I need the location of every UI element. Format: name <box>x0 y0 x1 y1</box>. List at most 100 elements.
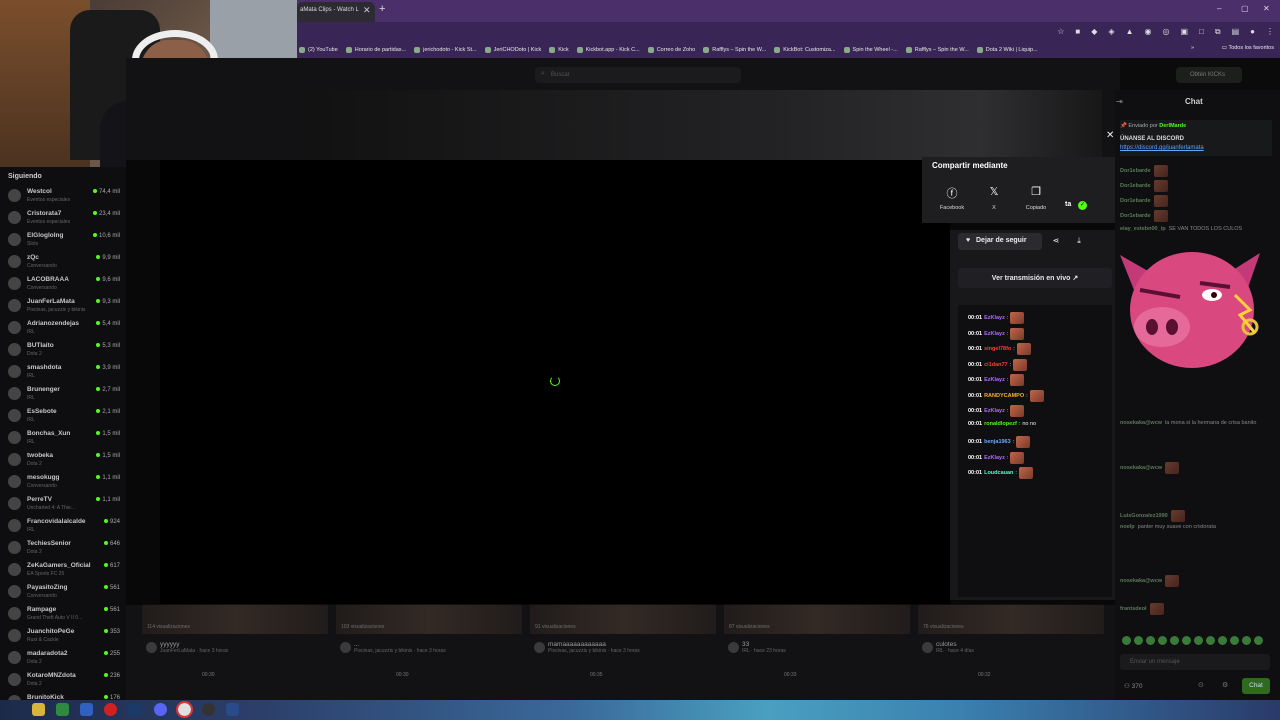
message-username[interactable]: singel78fo <box>984 346 1011 352</box>
sidebar-channel-item[interactable]: zQc Conversando 9,9 mil <box>8 252 126 274</box>
maximize-button[interactable]: ▢ <box>1241 4 1249 13</box>
search-input[interactable]: Buscar <box>535 67 741 83</box>
clip-thumbnail[interactable]: 87 visualizaciones <box>724 604 910 634</box>
emote-button[interactable] <box>1194 636 1203 645</box>
clip-thumbnail[interactable]: 114 visualizaciones <box>142 604 328 634</box>
clip-card[interactable]: 91 visualizaciones mamaaaaaaaaaaaa Piscina… <box>530 604 716 678</box>
sidebar-channel-item[interactable]: smashdota IRL 3,9 mil <box>8 362 126 384</box>
bookmark-item[interactable]: Dota 2 Wiki | Liquip... <box>976 47 1038 53</box>
clip-title[interactable]: 33 <box>724 641 910 648</box>
emote-button[interactable] <box>1158 636 1167 645</box>
message-username[interactable]: EzKlayz <box>984 455 1005 461</box>
app-icon[interactable] <box>226 703 239 716</box>
chat-username[interactable]: Dor1ebarde <box>1120 183 1151 189</box>
chat-username[interactable]: LuisGonzalez1990 <box>1120 513 1168 519</box>
message-username[interactable]: ronaldlopezf <box>984 421 1017 427</box>
clip-card[interactable]: 87 visualizaciones 33 IRL · hace 23 horas 0… <box>724 604 910 678</box>
extension-icon[interactable]: ◉ <box>1145 27 1152 37</box>
bookmark-star-icon[interactable]: ☆ <box>1057 27 1064 37</box>
extensions-puzzle-icon[interactable]: ⧉ <box>1215 27 1221 37</box>
sidebar-channel-item[interactable]: Westcol Eventos especiales 74,4 mil <box>8 186 126 208</box>
sidebar-channel-item[interactable]: JuanchitoPeGe Rust & Cackle 353 <box>8 626 126 648</box>
clip-title[interactable]: culotes <box>918 641 1104 648</box>
clip-thumbnail[interactable]: 91 visualizaciones <box>530 604 716 634</box>
pinned-by-user[interactable]: DerlMarde <box>1159 123 1186 129</box>
sidebar-channel-item[interactable]: madaradota2 Dota 2 255 <box>8 648 126 670</box>
sidebar-channel-item[interactable]: mesokugg Conversando 1,1 mil <box>8 472 126 494</box>
chat-username[interactable]: frantsdeol <box>1120 606 1147 612</box>
sidebar-channel-item[interactable]: Brunenger IRL 2,7 mil <box>8 384 126 406</box>
chat-username[interactable]: Dor1ebarde <box>1120 213 1151 219</box>
emote-button[interactable] <box>1230 636 1239 645</box>
sidebar-channel-item[interactable]: Bonchas_Xun IRL 1,5 mil <box>8 428 126 450</box>
extension-icon[interactable]: ▲ <box>1126 27 1134 37</box>
clip-thumbnail[interactable]: 76 visualizaciones <box>918 604 1104 634</box>
extension-icon[interactable]: ■ <box>1075 27 1080 37</box>
steam-icon[interactable] <box>128 703 141 716</box>
message-username[interactable]: EzKlayz <box>984 331 1005 337</box>
chat-input[interactable]: Enviar un mensaje <box>1120 654 1270 670</box>
sidebar-channel-item[interactable]: LACOBRAAA Conversando 9,6 mil <box>8 274 126 296</box>
file-explorer-icon[interactable] <box>32 703 45 716</box>
bookmarks-overflow-button[interactable]: » <box>1191 45 1194 51</box>
settings-gear-icon[interactable]: ⚙ <box>1222 681 1228 689</box>
points-icon[interactable]: ⊙ <box>1198 681 1204 689</box>
message-username[interactable]: RANDYCAMPO <box>984 393 1024 399</box>
obs-icon[interactable] <box>202 703 215 716</box>
pinned-link[interactable]: https://discord.gg/juanferlamata <box>1120 145 1204 151</box>
get-kicks-button[interactable]: Obtén KICKs <box>1176 67 1242 83</box>
emote-button[interactable] <box>1182 636 1191 645</box>
bookmark-item[interactable]: Correo de Zoho <box>647 47 695 53</box>
chat-username[interactable]: noelp <box>1120 524 1135 530</box>
sidebar-channel-item[interactable]: twobeka Dota 2 1,5 mil <box>8 450 126 472</box>
sidebar-channel-item[interactable]: EsSebote IRL 2,1 mil <box>8 406 126 428</box>
share-button[interactable]: ⋖ <box>1048 233 1064 250</box>
chat-username[interactable]: eiay_estebn00_ip <box>1120 226 1166 232</box>
chat-username[interactable]: Dor1ebarde <box>1120 198 1151 204</box>
new-tab-button[interactable]: + <box>379 3 385 15</box>
sidebar-channel-item[interactable]: Francovidalalcalde IRL 924 <box>8 516 126 538</box>
chat-username[interactable]: nosekaka@wcw <box>1120 578 1162 584</box>
bookmark-item[interactable]: Horario de partidas... <box>345 47 406 53</box>
chat-username[interactable]: Dor1ebarde <box>1120 168 1151 174</box>
bookmark-item[interactable]: KickBot: Customiza... <box>774 47 836 53</box>
clip-card[interactable]: 76 visualizaciones culotes IRL · hace 4 dí… <box>918 604 1104 678</box>
sidebar-channel-item[interactable]: PayasitoZing Conversando 561 <box>8 582 126 604</box>
extension-icon[interactable]: ◆ <box>1091 27 1097 37</box>
sidebar-channel-item[interactable]: KotaroMNZdota Dota 2 236 <box>8 670 126 692</box>
emote-button[interactable] <box>1254 636 1263 645</box>
emote-button[interactable] <box>1242 636 1251 645</box>
unfollow-button[interactable]: Dejar de seguir <box>958 233 1042 250</box>
close-modal-icon[interactable]: ✕ <box>1106 130 1114 141</box>
clip-card[interactable]: 103 visualizaciones... Piscinas, jacuzzis… <box>336 604 522 678</box>
close-window-button[interactable]: ✕ <box>1263 4 1270 13</box>
bookmark-item[interactable]: Spin the Wheel -... <box>843 47 898 53</box>
bookmark-item[interactable]: jerichodoto - Kick St... <box>414 47 477 53</box>
clip-title[interactable]: mamaaaaaaaaaaaa <box>530 641 716 648</box>
extension-icon[interactable]: ◎ <box>1162 27 1169 37</box>
collapse-chat-icon[interactable]: ⇥ <box>1116 97 1123 106</box>
sidebar-channel-item[interactable]: Rampage Grand Theft Auto V II 0... 561 <box>8 604 126 626</box>
sidebar-channel-item[interactable]: Adrianozendejas IRL 5,4 mil <box>8 318 126 340</box>
clip-card[interactable]: 114 visualizaciones yyyyyy JuanFerLaMata ·… <box>142 604 328 678</box>
emote-button[interactable] <box>1218 636 1227 645</box>
profile-avatar[interactable]: ● <box>1250 27 1255 37</box>
app-icon[interactable] <box>80 703 93 716</box>
extension-icon[interactable]: ◈ <box>1108 27 1114 37</box>
discord-icon[interactable] <box>154 703 167 716</box>
emote-button[interactable] <box>1122 636 1131 645</box>
sidebar-channel-item[interactable]: ZeKaGamers_Oficial EA Sports FC 25 617 <box>8 560 126 582</box>
bookmark-item[interactable]: Rafflys – Spin the W... <box>905 47 969 53</box>
sidebar-channel-item[interactable]: ElGloglolng Slots 10,6 mil <box>8 230 126 252</box>
sidebar-channel-item[interactable]: PerreTV Uncharted 4: A Thie... 1,1 mil <box>8 494 126 516</box>
sidebar-channel-item[interactable]: Cristorata7 Eventos especiales 23,4 mil <box>8 208 126 230</box>
share-facebook-button[interactable]: ⓕ Facebook <box>932 185 972 211</box>
message-username[interactable]: EzKlayz <box>984 377 1005 383</box>
clip-title[interactable]: yyyyyy <box>142 641 328 648</box>
bookmark-item[interactable]: JeriCHODoto | Kick <box>484 47 541 53</box>
extension-icon[interactable]: □ <box>1199 27 1204 37</box>
download-button[interactable]: ⤓ <box>1071 233 1087 250</box>
clip-thumbnail[interactable]: 103 visualizaciones <box>336 604 522 634</box>
message-username[interactable]: benja1963 <box>984 439 1011 445</box>
bookmark-item[interactable]: Kickbot.app - Kick C... <box>576 47 640 53</box>
